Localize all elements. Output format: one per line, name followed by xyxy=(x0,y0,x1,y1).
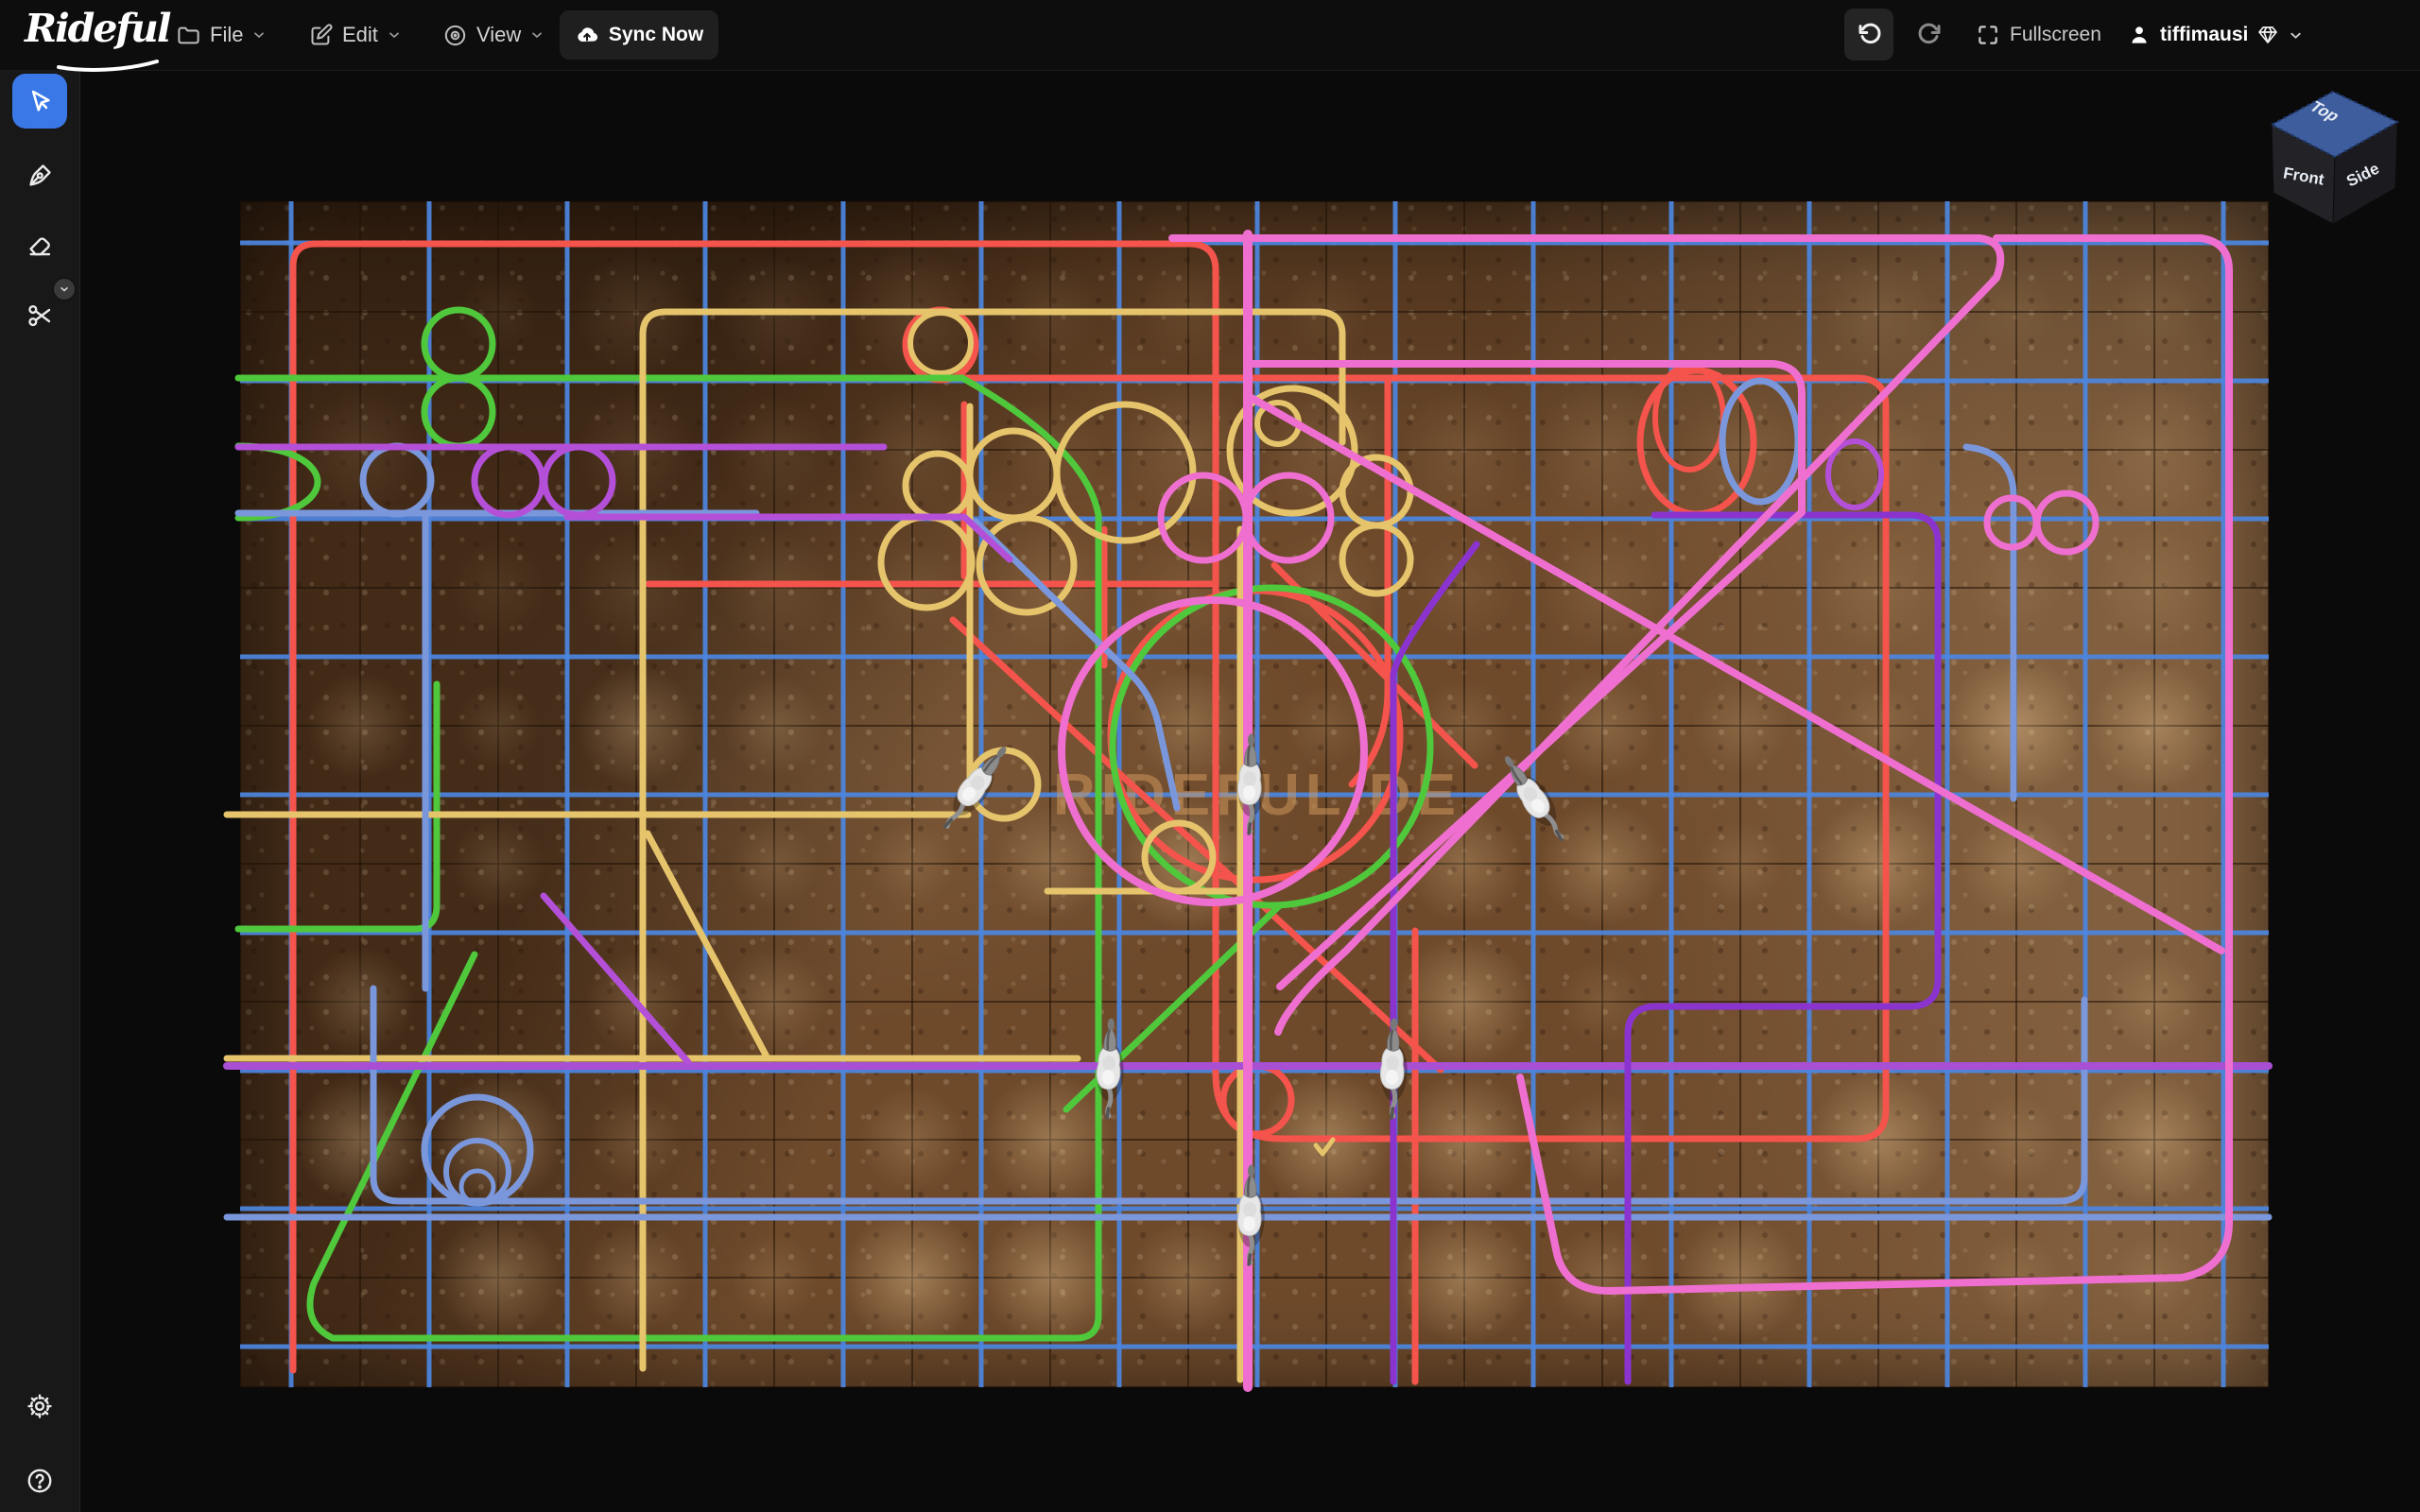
chevron-down-icon xyxy=(59,284,70,295)
folder-icon xyxy=(176,23,201,48)
menu-view-label: View xyxy=(476,23,521,47)
gem-icon xyxy=(2256,24,2279,46)
editor-canvas[interactable] xyxy=(79,70,2420,1512)
sync-now-button[interactable]: Sync Now xyxy=(560,10,718,60)
chevron-down-icon xyxy=(387,27,402,43)
app-window: Rideful File Edit View xyxy=(0,0,2420,1512)
redo-arrow-icon xyxy=(1916,21,1945,49)
cursor-icon xyxy=(26,87,54,115)
corners-icon xyxy=(1976,23,2000,47)
menu-file-label: File xyxy=(210,23,243,47)
undo-button[interactable] xyxy=(1844,9,1893,60)
cloud-upload-icon xyxy=(575,23,599,47)
sync-now-label: Sync Now xyxy=(609,24,703,46)
pen-nib-icon xyxy=(26,162,54,190)
question-circle-icon xyxy=(26,1467,54,1495)
tool-settings[interactable] xyxy=(12,1379,67,1434)
chevron-down-icon xyxy=(251,27,267,43)
undo-arrow-icon xyxy=(1855,21,1883,49)
tool-pen[interactable] xyxy=(12,148,67,203)
person-icon xyxy=(2127,23,2152,47)
user-menu[interactable]: tiffimausi xyxy=(2127,0,2304,70)
logo-text: Rideful xyxy=(25,6,169,51)
menu-view[interactable]: View xyxy=(442,0,544,70)
fullscreen-button[interactable]: Fullscreen xyxy=(1976,0,2101,70)
eraser-icon xyxy=(26,231,54,259)
pencil-square-icon xyxy=(308,23,334,48)
menu-edit[interactable]: Edit xyxy=(308,0,402,70)
scissors-submenu-badge[interactable] xyxy=(52,277,77,301)
eye-icon xyxy=(442,23,468,48)
top-bar: Rideful File Edit View xyxy=(0,0,2420,71)
view-cube[interactable]: Top Front Side xyxy=(2264,83,2408,232)
logo-underline xyxy=(57,59,161,72)
redo-button[interactable] xyxy=(1910,9,1951,60)
gear-icon xyxy=(26,1392,54,1420)
chevron-down-icon xyxy=(2288,27,2304,43)
menu-file[interactable]: File xyxy=(176,0,267,70)
username: tiffimausi xyxy=(2160,24,2248,46)
tool-eraser[interactable] xyxy=(12,217,67,272)
scissors-icon xyxy=(26,301,54,330)
tool-select[interactable] xyxy=(12,74,67,129)
app-logo: Rideful xyxy=(25,6,169,51)
fullscreen-label: Fullscreen xyxy=(2010,24,2101,46)
chevron-down-icon xyxy=(529,27,544,43)
menu-edit-label: Edit xyxy=(342,23,378,47)
tool-sidebar xyxy=(0,70,80,1512)
tool-help[interactable] xyxy=(12,1453,67,1508)
riding-arena[interactable] xyxy=(240,201,2269,1387)
